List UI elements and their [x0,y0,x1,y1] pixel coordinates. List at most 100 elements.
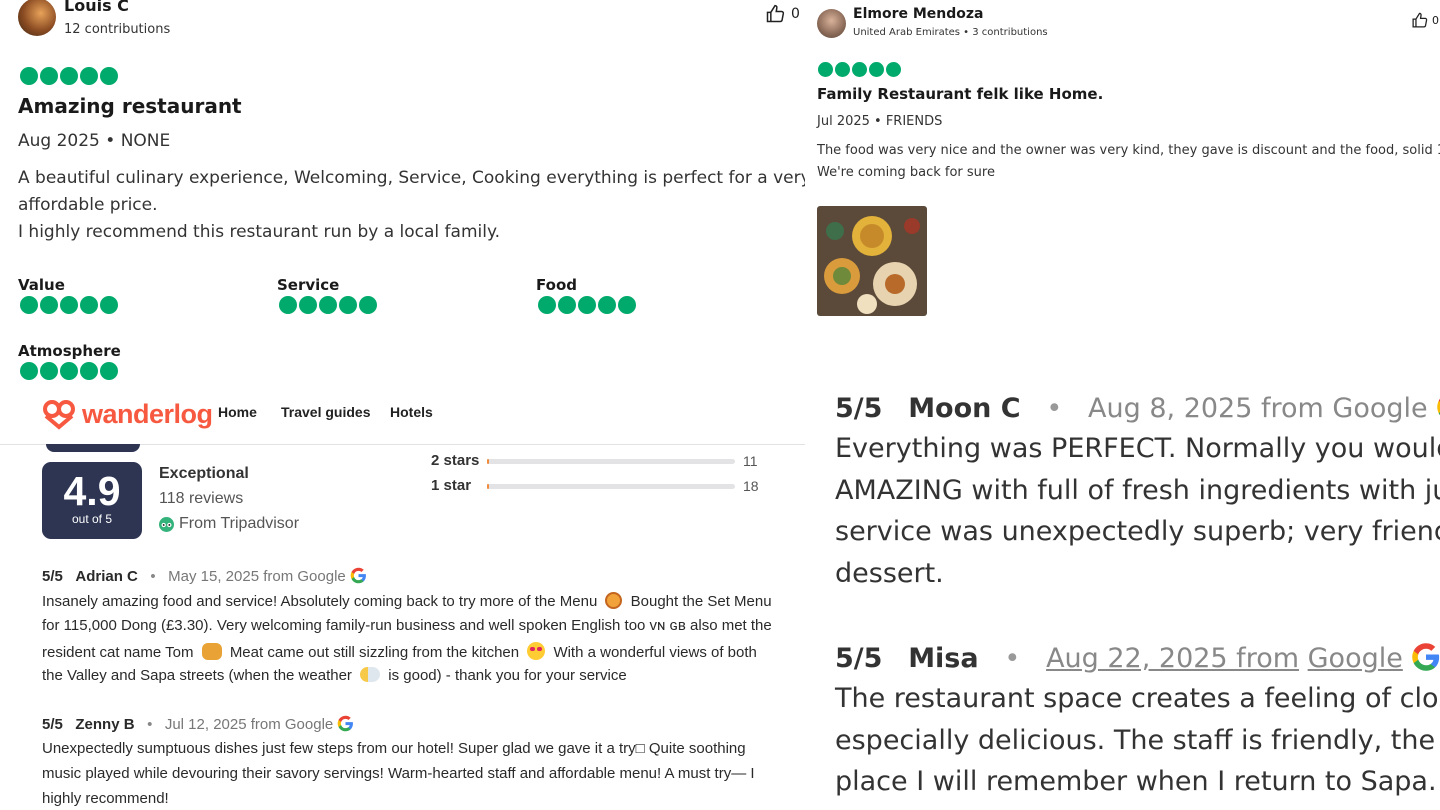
review-body-line: dessert. [835,558,944,589]
review-body-line: music played while devouring their savor… [42,765,755,782]
rating-bubble [818,62,833,77]
heart-eyes-emoji-icon [527,642,546,660]
review-score: 5/5 [835,393,883,424]
rating-bubble [80,67,98,85]
review-body-line: the Valley and Sapa streets (when the we… [42,667,627,684]
zoomed-google-reviews: 5/5 Moon C • Aug 8, 2025 from Google Eve… [805,340,1440,810]
avatar[interactable] [18,0,56,36]
review-photo[interactable] [817,206,927,316]
review-source-link[interactable]: Google [1308,643,1403,674]
review-body-line: AMAZING with full of fresh ingredients w… [835,475,1440,506]
helpful-count: 0 [791,6,800,22]
review-date-source: Aug 8, 2025 from Google [1088,393,1428,424]
star-bar-fill [487,459,490,464]
helpful-button[interactable]: 0 [765,4,800,24]
review-title[interactable]: Family Restaurant felk like Home. [817,85,1103,103]
rating-bubble [339,296,357,314]
rating-bubble [20,362,38,380]
star-bar-count: 18 [743,478,759,494]
rating-bubble [60,67,78,85]
review-title[interactable]: Amazing restaurant [18,94,242,118]
review-count: 118 reviews [159,490,244,507]
review-text: With a wonderful views of both [553,644,757,661]
rating-bubble [886,62,901,77]
review-card-louis: Louis C 12 contributions 0 Amazing resta… [0,0,805,390]
google-icon [1412,643,1440,671]
review-author[interactable]: Zenny B [75,716,134,733]
nav-travel-guides[interactable]: Travel guides [281,404,370,420]
rating-label: Exceptional [159,465,249,482]
rating-bubbles [20,362,121,380]
reviewer-location-contributions: United Arab Emirates • 3 contributions [853,27,1048,38]
star-bar-label: 1 star [431,477,472,494]
review-score: 5/5 [42,716,63,733]
rating-bubble [578,296,596,314]
subrating-service: Service [277,276,377,314]
google-icon [338,715,354,732]
rating-bubble [20,296,38,314]
wanderlog-logo[interactable]: wanderlog [42,398,213,430]
review-date-source: May 15, 2025 from Google [168,568,346,585]
reviewer-name[interactable]: Louis C [64,0,129,15]
review-score: 5/5 [835,643,883,674]
rating-bubble [60,362,78,380]
subrating-label: Value [18,276,65,294]
tripadvisor-icon [159,516,174,532]
helpful-button[interactable]: 0 [1411,12,1439,29]
review-source[interactable]: From Tripadvisor [159,515,299,533]
review-author[interactable]: Moon C [908,393,1020,424]
rating-bubble [60,296,78,314]
review-date-trip-type: Aug 2025 • NONE [18,131,171,151]
review-header: 5/5 Misa • Aug 22, 2025 from Google [835,642,1440,674]
rating-bubble [100,296,118,314]
review-date-source: Jul 12, 2025 from Google [164,716,334,733]
rating-bubble [299,296,317,314]
review-body-line: highly recommend! [42,790,169,807]
review-date-trip-type: Jul 2025 • FRIENDS [817,114,943,129]
review-author[interactable]: Adrian C [75,568,138,585]
rating-bubble [100,362,118,380]
rating-bubble [618,296,636,314]
review-date-link[interactable]: Aug 22, 2025 from [1046,643,1299,674]
review-body-line: The food was very nice and the owner was… [817,143,1440,158]
rating-score-box: 4.9 out of 5 [42,462,142,539]
rating-bubbles [20,296,118,314]
avatar[interactable] [817,9,846,38]
review-score: 5/5 [42,568,63,585]
star-bar-track [487,484,735,489]
review-text: Bought the Set Menu [630,593,772,610]
rating-bubbles [818,62,901,77]
cat-emoji-icon [201,643,222,660]
star-bar-track [487,459,735,464]
reviewer-contributions: 12 contributions [64,22,171,37]
google-icon [350,567,366,584]
subrating-label: Food [536,276,577,294]
scrolled-element-edge [46,444,140,452]
review-body-line: Unexpectedly sumptuous dishes just few s… [42,740,746,757]
review-body-line: place I will remember when I return to S… [835,766,1437,797]
review-body-line: The restaurant space creates a feeling o… [835,683,1440,714]
food-photo-image [817,206,927,316]
review-author[interactable]: Misa [908,643,978,674]
nav-hotels[interactable]: Hotels [390,404,433,420]
google-icon [1437,399,1440,415]
rating-bubble [40,67,58,85]
nav-home[interactable]: Home [218,404,257,420]
review-body-line: service was unexpectedly superb; very fr… [835,516,1440,547]
review-body-line: Insanely amazing food and service! Absol… [42,592,772,610]
review-header: 5/5 Zenny B • Jul 12, 2025 from Google [42,715,354,733]
subrating-label: Atmosphere [18,342,121,360]
wanderlog-panel: wanderlog Home Travel guides Hotels 4.9 … [0,390,805,810]
rating-bubble [80,296,98,314]
star-bar-label: 2 stars [431,452,480,469]
rating-score-caption: out of 5 [71,512,113,526]
review-body-line: A beautiful culinary experience, Welcomi… [18,168,805,188]
wanderlog-wordmark: wanderlog [82,398,213,429]
rating-bubble [279,296,297,314]
rating-bubble [852,62,867,77]
pizza-emoji-icon [605,592,623,609]
helpful-count: 0 [1432,14,1439,27]
rating-bubble [598,296,616,314]
reviewer-name[interactable]: Elmore Mendoza [853,6,983,22]
thumbs-up-icon [766,4,785,23]
